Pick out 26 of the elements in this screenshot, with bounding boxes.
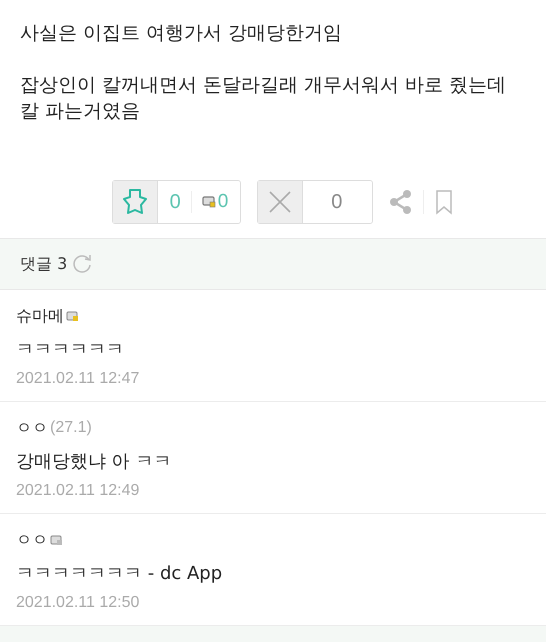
member-icon xyxy=(66,310,79,322)
post-paragraph: 사실은 이집트 여행가서 강매당한거임 xyxy=(20,21,344,46)
cross-icon xyxy=(267,189,294,215)
downvote-button[interactable]: 0 xyxy=(257,180,374,224)
post-paragraph: 잡상인이 칼꺼내면서 돈달라길래 개무서워서 바로 줬는데 칼 파는거였음 xyxy=(20,73,508,124)
comment-text: 강매당했냐 아 ㅋㅋ xyxy=(16,450,172,474)
comment-time: 2021.02.11 12:50 xyxy=(16,594,140,612)
upvote-count: 0 xyxy=(170,190,181,214)
refresh-icon[interactable] xyxy=(71,253,94,275)
comment-text: ㅋㅋㅋㅋㅋㅋㅋ - dc App xyxy=(16,562,224,586)
comment-count: 댓글 3 xyxy=(20,254,68,274)
comment-author: 슈마메 xyxy=(16,306,64,326)
upvote-button[interactable]: 0 0 xyxy=(112,180,242,224)
member-icon xyxy=(50,534,63,546)
star-icon xyxy=(122,188,148,216)
comment-author: ㅇㅇ xyxy=(16,530,48,550)
comment-author: ㅇㅇ xyxy=(16,418,48,438)
share-icon[interactable] xyxy=(389,189,414,215)
comment-time: 2021.02.11 12:47 xyxy=(16,370,140,388)
comment-time: 2021.02.11 12:49 xyxy=(16,482,140,500)
author-ip: (27.1) xyxy=(50,419,92,437)
downvote-count: 0 xyxy=(331,190,342,214)
member-icon xyxy=(202,196,216,208)
member-upvote-count: 0 xyxy=(218,191,228,213)
bookmark-icon[interactable] xyxy=(434,189,454,215)
comment-text: ㅋㅋㅋㅋㅋㅋ xyxy=(16,338,125,362)
